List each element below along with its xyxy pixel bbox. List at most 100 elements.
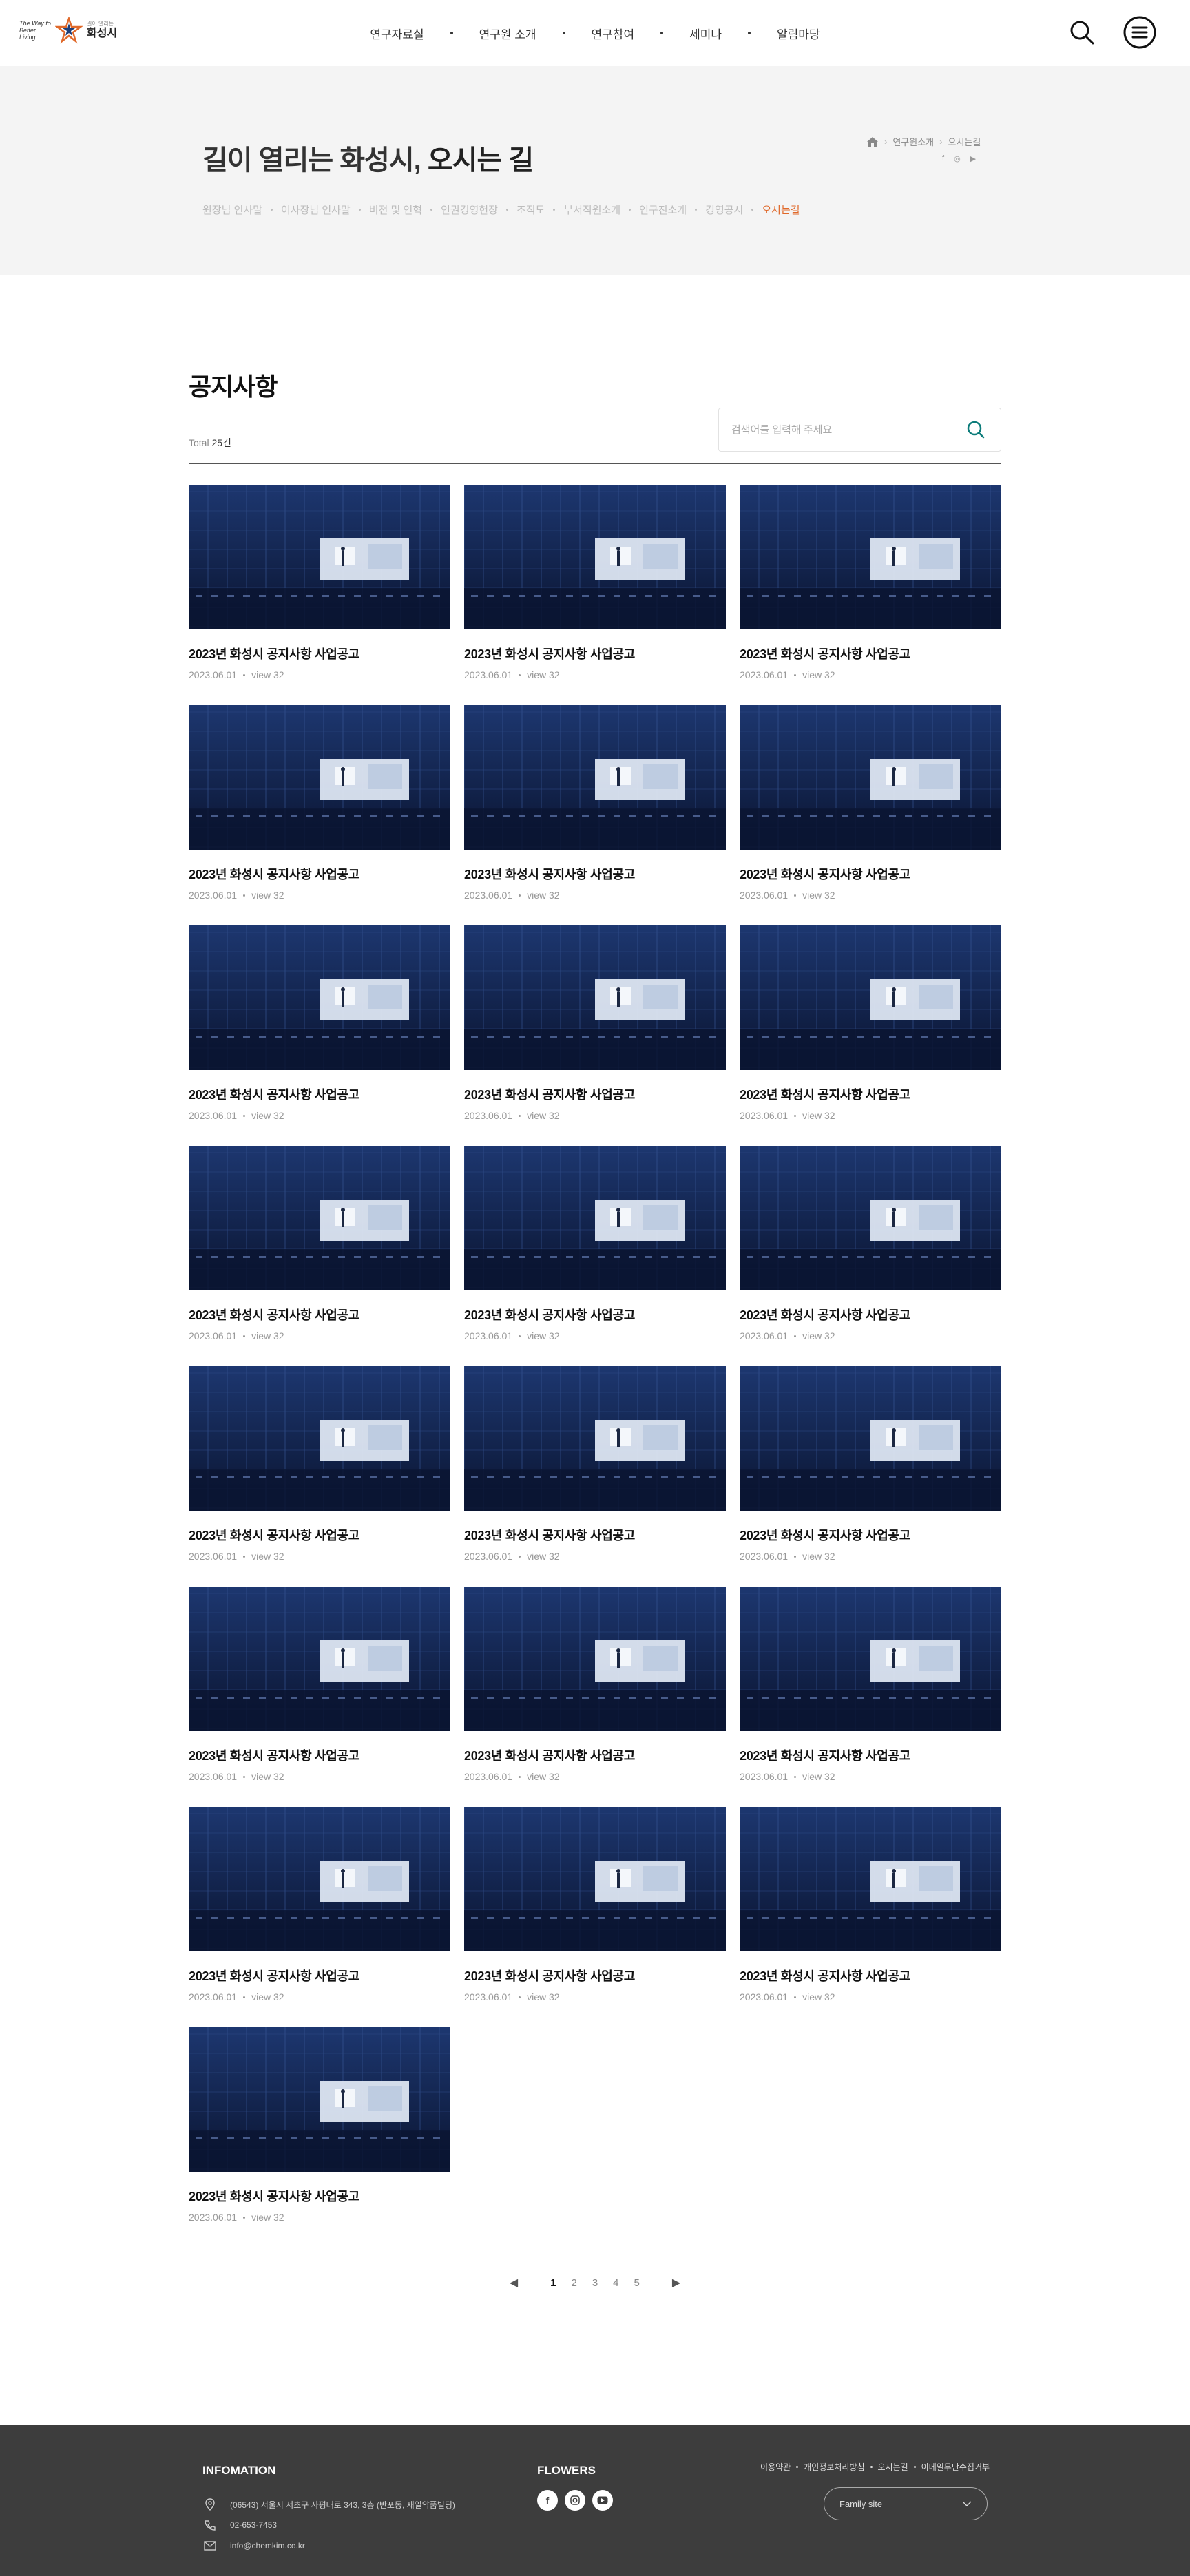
post-thumbnail[interactable]: [189, 1146, 450, 1290]
post-title[interactable]: 2023년 화성시 공지사항 사업공고: [464, 1967, 726, 1985]
post-thumbnail[interactable]: [740, 705, 1001, 850]
post-title[interactable]: 2023년 화성시 공지사항 사업공고: [464, 645, 726, 662]
post-card[interactable]: 2023년 화성시 공지사항 사업공고 2023.06.01 view 32: [189, 1807, 450, 2027]
post-card[interactable]: 2023년 화성시 공지사항 사업공고 2023.06.01 view 32: [189, 1146, 450, 1366]
search-submit-button[interactable]: [963, 417, 988, 442]
post-thumbnail[interactable]: [464, 1146, 726, 1290]
post-card[interactable]: 2023년 화성시 공지사항 사업공고 2023.06.01 view 32: [189, 2027, 450, 2248]
post-thumbnail[interactable]: [189, 485, 450, 629]
tab-greeting[interactable]: 원장님 인사말: [202, 202, 281, 217]
footer-link-directions[interactable]: 오시는길: [878, 2461, 908, 2473]
menu-button[interactable]: [1123, 15, 1157, 50]
post-card[interactable]: 2023년 화성시 공지사항 사업공고 2023.06.01 view 32: [464, 1807, 726, 2027]
post-title[interactable]: 2023년 화성시 공지사항 사업공고: [189, 1746, 450, 1764]
email-text[interactable]: info@chemkim.co.kr: [230, 2541, 305, 2551]
search-button[interactable]: [1065, 15, 1099, 50]
post-thumbnail[interactable]: [189, 1366, 450, 1511]
nav-item-notice[interactable]: 알림마당: [777, 25, 820, 42]
post-thumbnail[interactable]: [740, 485, 1001, 629]
post-thumbnail[interactable]: [740, 1366, 1001, 1511]
post-card[interactable]: 2023년 화성시 공지사항 사업공고 2023.06.01 view 32: [464, 485, 726, 705]
page-number[interactable]: 5: [634, 2277, 640, 2289]
post-card[interactable]: 2023년 화성시 공지사항 사업공고 2023.06.01 view 32: [464, 1366, 726, 1587]
post-card[interactable]: 2023년 화성시 공지사항 사업공고 2023.06.01 view 32: [189, 925, 450, 1146]
tab-researchers[interactable]: 연구진소개: [639, 202, 705, 217]
post-card[interactable]: 2023년 화성시 공지사항 사업공고 2023.06.01 view 32: [740, 705, 1001, 925]
facebook-icon[interactable]: f: [537, 2490, 558, 2511]
post-title[interactable]: 2023년 화성시 공지사항 사업공고: [189, 865, 450, 883]
post-thumbnail[interactable]: [189, 1807, 450, 1951]
post-thumbnail[interactable]: [464, 485, 726, 629]
post-card[interactable]: 2023년 화성시 공지사항 사업공고 2023.06.01 view 32: [189, 1366, 450, 1587]
search-input[interactable]: [731, 423, 963, 436]
prev-page-button[interactable]: ◀: [510, 2276, 518, 2290]
youtube-icon[interactable]: ▶: [970, 154, 976, 163]
post-card[interactable]: 2023년 화성시 공지사항 사업공고 2023.06.01 view 32: [189, 485, 450, 705]
breadcrumb-item[interactable]: 연구원소개: [892, 135, 934, 148]
page-number[interactable]: 1: [550, 2277, 556, 2289]
tab-disclosure[interactable]: 경영공시: [705, 202, 762, 217]
post-card[interactable]: 2023년 화성시 공지사항 사업공고 2023.06.01 view 32: [464, 925, 726, 1146]
family-site-select[interactable]: Family site: [824, 2487, 988, 2520]
post-title[interactable]: 2023년 화성시 공지사항 사업공고: [189, 1526, 450, 1544]
post-thumbnail[interactable]: [464, 705, 726, 850]
post-title[interactable]: 2023년 화성시 공지사항 사업공고: [189, 2187, 450, 2205]
post-title[interactable]: 2023년 화성시 공지사항 사업공고: [740, 645, 1001, 662]
footer-link-terms[interactable]: 이용약관: [760, 2461, 791, 2473]
post-title[interactable]: 2023년 화성시 공지사항 사업공고: [740, 1085, 1001, 1103]
post-thumbnail[interactable]: [740, 925, 1001, 1070]
instagram-icon[interactable]: [565, 2490, 585, 2511]
post-thumbnail[interactable]: [189, 2027, 450, 2172]
tab-staff[interactable]: 부서직원소개: [563, 202, 639, 217]
post-thumbnail[interactable]: [189, 1587, 450, 1731]
tab-chairman[interactable]: 이사장님 인사말: [281, 202, 369, 217]
post-card[interactable]: 2023년 화성시 공지사항 사업공고 2023.06.01 view 32: [464, 705, 726, 925]
post-thumbnail[interactable]: [464, 1807, 726, 1951]
tab-organization[interactable]: 조직도: [516, 202, 563, 217]
post-title[interactable]: 2023년 화성시 공지사항 사업공고: [189, 1085, 450, 1103]
post-thumbnail[interactable]: [189, 705, 450, 850]
nav-item-participation[interactable]: 연구참여: [592, 25, 635, 42]
facebook-icon[interactable]: f: [942, 154, 944, 163]
breadcrumb-item[interactable]: 오시는길: [948, 135, 981, 148]
post-title[interactable]: 2023년 화성시 공지사항 사업공고: [740, 1526, 1001, 1544]
tab-human-rights[interactable]: 인권경영헌장: [441, 202, 516, 217]
post-card[interactable]: 2023년 화성시 공지사항 사업공고 2023.06.01 view 32: [740, 1146, 1001, 1366]
next-page-button[interactable]: ▶: [672, 2276, 680, 2290]
youtube-icon[interactable]: [592, 2490, 613, 2511]
post-title[interactable]: 2023년 화성시 공지사항 사업공고: [740, 1746, 1001, 1764]
post-card[interactable]: 2023년 화성시 공지사항 사업공고 2023.06.01 view 32: [189, 705, 450, 925]
post-card[interactable]: 2023년 화성시 공지사항 사업공고 2023.06.01 view 32: [740, 1587, 1001, 1807]
post-card[interactable]: 2023년 화성시 공지사항 사업공고 2023.06.01 view 32: [740, 925, 1001, 1146]
footer-link-privacy[interactable]: 개인정보처리방침: [804, 2461, 864, 2473]
page-number[interactable]: 4: [613, 2277, 618, 2289]
tab-vision[interactable]: 비전 및 연혁: [369, 202, 441, 217]
tab-directions[interactable]: 오시는길: [762, 202, 800, 217]
nav-item-seminar[interactable]: 세미나: [689, 25, 722, 42]
site-logo[interactable]: The Way to Better Living 길이 열리는 화성시: [19, 17, 117, 44]
post-card[interactable]: 2023년 화성시 공지사항 사업공고 2023.06.01 view 32: [740, 1366, 1001, 1587]
post-card[interactable]: 2023년 화성시 공지사항 사업공고 2023.06.01 view 32: [740, 1807, 1001, 2027]
post-card[interactable]: 2023년 화성시 공지사항 사업공고 2023.06.01 view 32: [189, 1587, 450, 1807]
post-card[interactable]: 2023년 화성시 공지사항 사업공고 2023.06.01 view 32: [464, 1587, 726, 1807]
post-card[interactable]: 2023년 화성시 공지사항 사업공고 2023.06.01 view 32: [740, 485, 1001, 705]
post-thumbnail[interactable]: [464, 1366, 726, 1511]
instagram-icon[interactable]: ◎: [954, 154, 961, 163]
post-thumbnail[interactable]: [189, 925, 450, 1070]
post-card[interactable]: 2023년 화성시 공지사항 사업공고 2023.06.01 view 32: [464, 1146, 726, 1366]
post-title[interactable]: 2023년 화성시 공지사항 사업공고: [464, 1746, 726, 1764]
post-title[interactable]: 2023년 화성시 공지사항 사업공고: [189, 1967, 450, 1985]
post-title[interactable]: 2023년 화성시 공지사항 사업공고: [740, 1967, 1001, 1985]
footer-link-email-refusal[interactable]: 이메일무단수집거부: [921, 2461, 990, 2473]
post-thumbnail[interactable]: [740, 1146, 1001, 1290]
post-thumbnail[interactable]: [740, 1807, 1001, 1951]
post-title[interactable]: 2023년 화성시 공지사항 사업공고: [189, 1306, 450, 1323]
post-title[interactable]: 2023년 화성시 공지사항 사업공고: [740, 1306, 1001, 1323]
post-thumbnail[interactable]: [464, 925, 726, 1070]
home-icon[interactable]: [866, 136, 879, 147]
post-thumbnail[interactable]: [740, 1587, 1001, 1731]
nav-item-research-archive[interactable]: 연구자료실: [370, 25, 424, 42]
post-title[interactable]: 2023년 화성시 공지사항 사업공고: [464, 865, 726, 883]
page-number[interactable]: 2: [571, 2277, 576, 2289]
post-title[interactable]: 2023년 화성시 공지사항 사업공고: [464, 1526, 726, 1544]
